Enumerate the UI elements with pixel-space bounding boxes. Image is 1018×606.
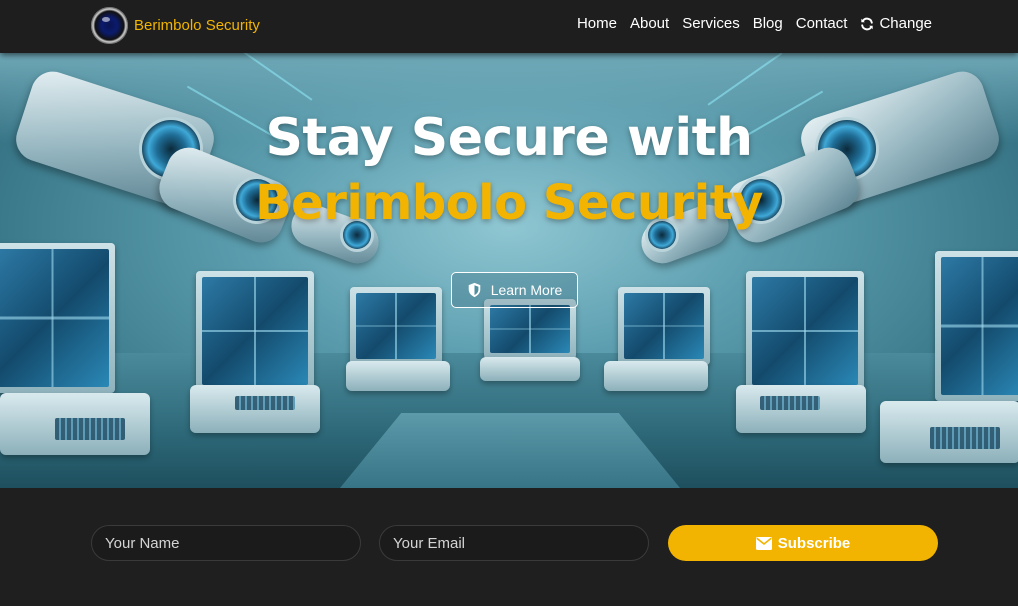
subscribe-label: Subscribe [777,534,851,552]
sync-icon [861,17,874,30]
main-nav: Home About Services Blog Contact Change [577,15,932,32]
envelope-icon [755,536,772,550]
nav-about[interactable]: About [630,15,669,32]
brand-name: Berimbolo Security [134,16,260,34]
email-input[interactable] [379,525,649,561]
hero-title: Stay Secure with [265,108,753,168]
hero-title-brand: Berimbolo Security [255,175,763,231]
learn-more-button[interactable]: Learn More [451,272,578,308]
nav-home[interactable]: Home [577,15,617,32]
change-theme-button[interactable]: Change [860,15,932,32]
shield-icon [468,282,480,298]
brand-link[interactable]: Berimbolo Security [91,6,260,44]
nav-contact[interactable]: Contact [796,15,848,32]
hero-section: Stay Secure with Berimbolo Security Lear… [0,53,1018,488]
subscribe-section: Subscribe [0,488,1018,606]
navbar: Berimbolo Security Home About Services B… [0,0,1018,53]
camera-lens-logo [91,6,128,44]
name-input[interactable] [91,525,361,561]
subscribe-button[interactable]: Subscribe [668,525,938,561]
nav-blog[interactable]: Blog [753,15,783,32]
change-label: Change [879,15,932,32]
learn-more-label: Learn More [490,282,563,298]
nav-services[interactable]: Services [682,15,740,32]
